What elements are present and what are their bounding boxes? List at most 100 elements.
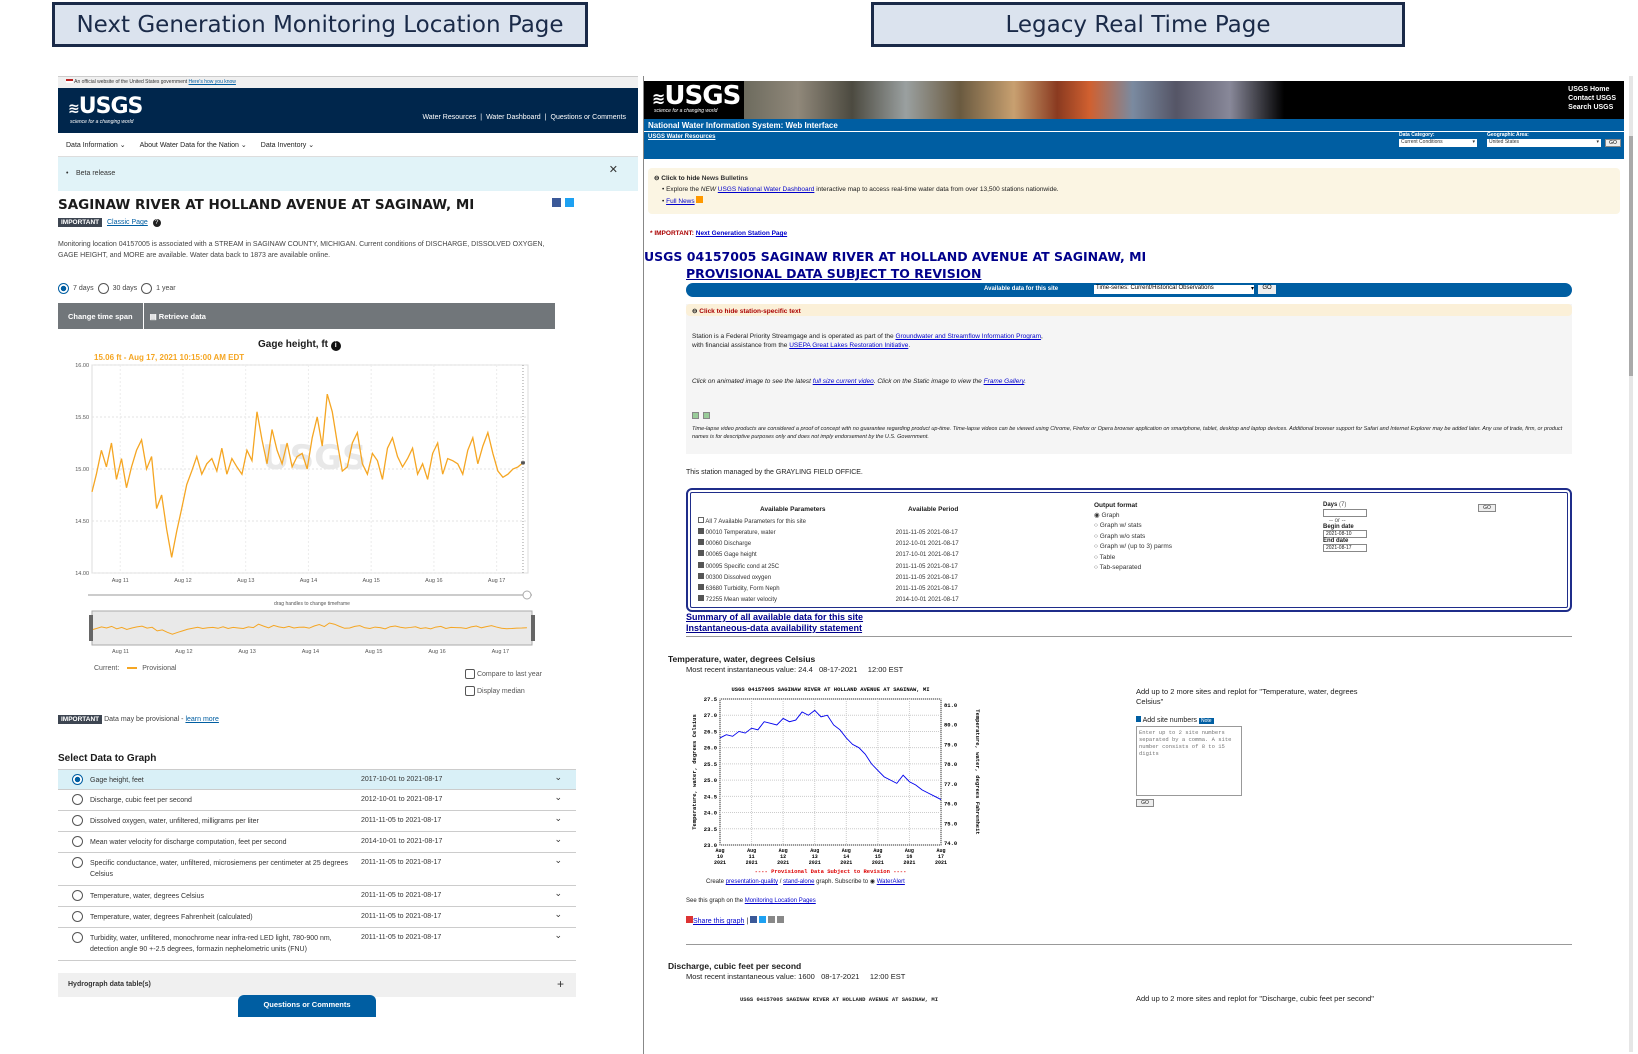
scrollbar-thumb[interactable] <box>1629 136 1633 376</box>
compare-checkbox[interactable] <box>465 669 475 679</box>
param-option[interactable]: 00300 Dissolved oxygen 2011-11-05 2021-08… <box>698 572 998 584</box>
wateralert-link[interactable]: WaterAlert <box>877 879 905 885</box>
timeframe-brush[interactable]: drag handles to change timeframe Aug 11 Au… <box>58 587 558 667</box>
param-option[interactable]: 00010 Temperature, water 2011-11-05 2021-… <box>698 528 998 539</box>
note-badge[interactable]: Note <box>1199 718 1214 724</box>
format-option[interactable]: ○ Table <box>1094 553 1172 563</box>
menu-data-inventory[interactable]: Data Inventory ⌄ <box>261 141 314 149</box>
radio-7-days[interactable] <box>58 283 69 294</box>
image-icon[interactable] <box>692 412 699 419</box>
stand-alone-link[interactable]: stand-alone <box>783 879 814 885</box>
format-option[interactable]: ○ Tab-separated <box>1094 563 1172 573</box>
checkbox-checked[interactable] <box>698 539 704 546</box>
chevron-down-icon[interactable]: ⌄ <box>554 909 562 920</box>
gov-banner-link[interactable]: Here's how you know <box>189 79 236 85</box>
param-radio[interactable] <box>72 774 83 785</box>
chevron-down-icon[interactable]: ⌄ <box>554 888 562 899</box>
more-icon[interactable] <box>776 916 784 923</box>
chevron-down-icon[interactable]: ⌄ <box>554 792 562 803</box>
twitter-icon[interactable] <box>759 916 767 923</box>
chevron-down-icon[interactable]: ⌄ <box>554 772 562 783</box>
next-gen-link[interactable]: Next Generation Station Page <box>696 230 787 237</box>
usgs-home-link[interactable]: USGS Home <box>1568 85 1616 94</box>
median-checkbox[interactable] <box>465 686 475 696</box>
param-row[interactable]: Discharge, cubic feet per second 2012-10-… <box>58 790 576 811</box>
format-option[interactable]: ○ Graph w/o stats <box>1094 532 1172 542</box>
param-option[interactable]: 00095 Specific cond at 25C 2011-11-05 202… <box>698 561 998 573</box>
days-input[interactable] <box>1323 509 1367 517</box>
radio[interactable]: ○ <box>1094 554 1098 561</box>
param-radio[interactable] <box>72 857 83 868</box>
param-option[interactable]: 00065 Gage height 2017-10-01 2021-08-17 <box>698 550 998 561</box>
radio[interactable]: ○ <box>1094 522 1098 529</box>
nav-questions[interactable]: Questions or Comments <box>551 114 626 121</box>
change-time-span-button[interactable]: Change time span <box>58 312 143 321</box>
radio-1-year[interactable] <box>141 283 153 294</box>
checkbox-checked[interactable] <box>698 584 704 591</box>
param-row[interactable]: Mean water velocity for discharge comput… <box>58 832 576 853</box>
radio[interactable]: ○ <box>1094 564 1098 571</box>
param-radio[interactable] <box>72 794 83 805</box>
param-option[interactable]: 00060 Discharge 2012-10-01 2021-08-17 <box>698 539 998 550</box>
format-option[interactable]: ○ Graph w/ stats <box>1094 521 1172 531</box>
dashboard-link[interactable]: USGS National Water Dashboard <box>718 186 815 193</box>
format-option[interactable]: ○ Graph w/ (up to 3) parms <box>1094 542 1172 552</box>
compare-option[interactable]: Compare to last year <box>465 669 542 679</box>
param-radio[interactable] <box>72 932 83 943</box>
email-icon[interactable] <box>768 916 775 923</box>
chevron-down-icon[interactable]: ⌄ <box>554 930 562 941</box>
available-data-select[interactable]: Time-series: Current/Historical Observat… <box>1094 285 1254 294</box>
menu-about[interactable]: About Water Data for the Nation ⌄ <box>140 141 247 149</box>
broken-image-icons[interactable] <box>692 406 711 424</box>
frame-gallery-link[interactable]: Frame Gallery <box>984 378 1025 385</box>
radio[interactable]: ○ <box>1094 543 1098 550</box>
full-news-link[interactable]: Full News <box>666 198 695 205</box>
facebook-icon[interactable] <box>552 198 561 207</box>
checkbox-checked[interactable] <box>698 572 704 579</box>
end-date-input[interactable]: 2021-08-17 <box>1323 544 1367 552</box>
param-row[interactable]: Dissolved oxygen, water, unfiltered, mil… <box>58 811 576 832</box>
glri-link[interactable]: USEPA Great Lakes Restoration Initiative <box>789 342 908 349</box>
site-numbers-textarea[interactable] <box>1136 726 1242 796</box>
temperature-chart[interactable]: USGS 04157005 SAGINAW RIVER AT HOLLAND A… <box>686 679 986 879</box>
radio-30-days[interactable] <box>97 283 109 294</box>
checkbox-checked[interactable] <box>698 550 704 557</box>
info-icon[interactable]: i <box>330 341 341 351</box>
instantaneous-link[interactable]: Instantaneous-data availability statemen… <box>686 623 862 633</box>
usgs-logo[interactable]: ≋USGS <box>652 81 741 111</box>
geo-area-select[interactable]: United States ▾ <box>1487 139 1601 147</box>
checkbox-checked[interactable] <box>698 595 704 602</box>
nav-water-resources[interactable]: Water Resources <box>422 114 476 121</box>
facebook-icon[interactable] <box>750 916 758 923</box>
available-go-button[interactable]: GO <box>1258 285 1276 294</box>
hydrograph-row[interactable]: Hydrograph data table(s) + <box>58 973 576 997</box>
learn-more-link[interactable]: learn more <box>185 716 218 723</box>
news-header[interactable]: ⊖ Click to hide News Bulletins <box>654 174 748 182</box>
help-icon[interactable]: ? <box>152 219 161 227</box>
format-option[interactable]: ◉ Graph <box>1094 511 1172 521</box>
checkbox[interactable] <box>698 517 704 523</box>
retrieve-data-button[interactable]: ▤ Retrieve data <box>144 312 212 321</box>
water-resources-link[interactable]: USGS Water Resources <box>648 134 715 140</box>
param-option[interactable]: 63680 Turbidity, Form Neph 2011-11-05 202… <box>698 584 998 595</box>
data-category-select[interactable]: Current Conditions ▾ <box>1399 139 1477 147</box>
param-row[interactable]: Specific conductance, water, unfiltered,… <box>58 853 576 886</box>
param-option[interactable]: 72255 Mean water velocity 2014-10-01 2021… <box>698 595 998 606</box>
checkbox-checked[interactable] <box>698 561 704 568</box>
presentation-quality-link[interactable]: presentation-quality <box>726 879 778 885</box>
scrollbar-track[interactable] <box>1629 76 1633 1052</box>
chevron-down-icon[interactable]: ⌄ <box>554 855 562 866</box>
go-button[interactable]: GO <box>1605 139 1621 147</box>
replot-go-button[interactable]: GO <box>1136 799 1154 807</box>
contact-usgs-link[interactable]: Contact USGS <box>1568 94 1616 103</box>
questions-button[interactable]: Questions or Comments <box>238 995 376 1017</box>
median-option[interactable]: Display median <box>465 686 525 696</box>
usgs-logo[interactable]: ≋USGS <box>68 94 143 119</box>
full-size-link[interactable]: full size current video <box>813 378 874 385</box>
nav-water-dashboard[interactable]: Water Dashboard <box>486 114 541 121</box>
radio[interactable]: ○ <box>1094 533 1098 540</box>
station-text-toggle[interactable]: ⊖ Click to hide station-specific text <box>686 304 1572 316</box>
image-icon[interactable] <box>703 412 711 419</box>
gsip-link[interactable]: Groundwater and Streamflow Information P… <box>895 333 1041 340</box>
param-row[interactable]: Turbidity, water, unfiltered, monochrome… <box>58 928 576 961</box>
